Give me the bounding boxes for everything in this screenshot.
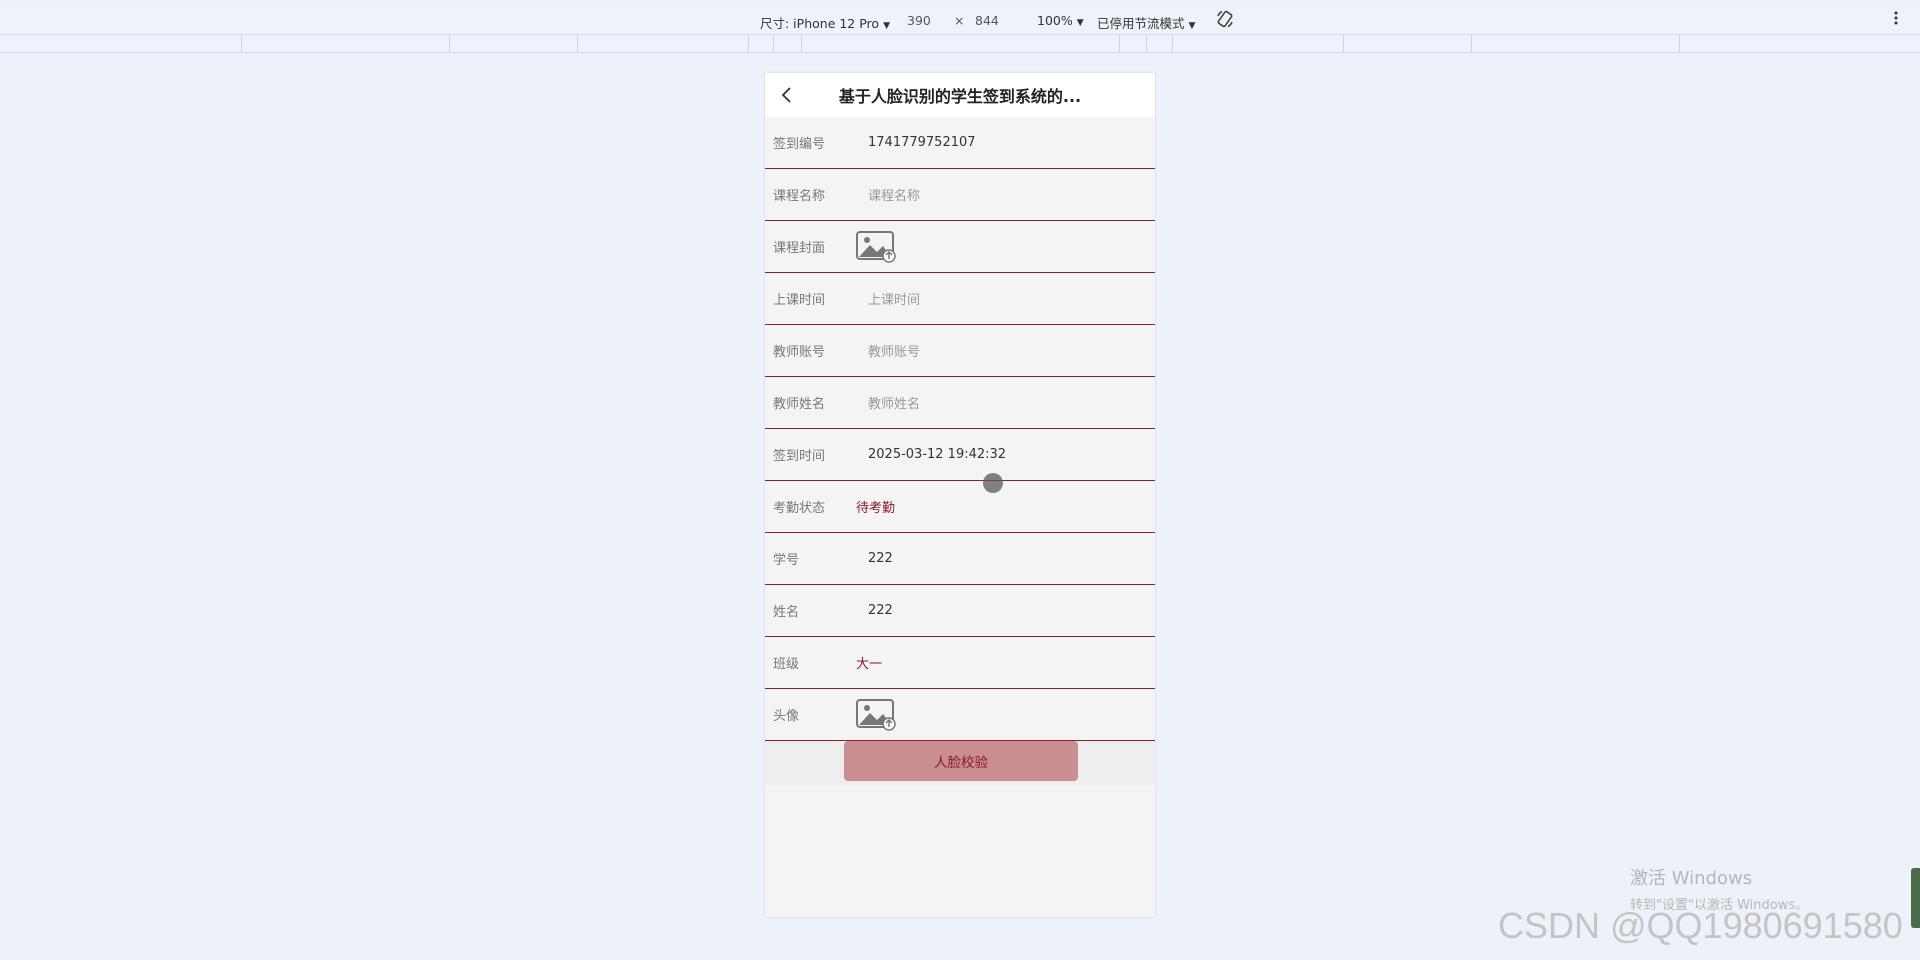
ruler-tick — [1172, 35, 1173, 52]
field-label: 课程名称 — [773, 189, 826, 204]
field-label: 签到时间 — [773, 449, 826, 464]
field-label: 上课时间 — [773, 293, 826, 308]
class-time-input[interactable]: 上课时间 — [868, 289, 920, 308]
form-row-class: 班级 大一 — [765, 637, 1155, 689]
devtools-device-toolbar: 尺寸: iPhone 12 Pro ▼ 390 × 844 100% ▼ 已停用节流… — [0, 6, 1920, 35]
ruler-tick — [449, 35, 450, 52]
field-label: 签到编号 — [773, 137, 826, 152]
chevron-down-icon: ▼ — [883, 21, 890, 31]
media-query-ruler — [0, 35, 1920, 53]
teacher-account-input[interactable]: 教师账号 — [868, 341, 920, 360]
sign-time-field[interactable]: 2025-03-12 19:42:32 — [868, 447, 1006, 462]
ruler-tick — [1119, 35, 1120, 52]
field-label: 教师姓名 — [773, 397, 826, 412]
field-label: 考勤状态 — [773, 501, 826, 516]
field-label: 课程封面 — [773, 241, 826, 256]
attendance-status-value: 待考勤 — [856, 501, 896, 516]
ruler-tick — [1343, 35, 1344, 52]
sign-id-field[interactable]: 1741779752107 — [868, 135, 976, 150]
csdn-watermark: CSDN @QQ1980691580 — [1498, 905, 1903, 946]
ruler-tick — [801, 35, 802, 52]
device-select[interactable]: 尺寸: iPhone 12 Pro ▼ — [760, 13, 890, 32]
button-area: 人脸校验 — [765, 741, 1155, 785]
name-field[interactable]: 222 — [868, 603, 893, 618]
times-separator: × — [954, 13, 965, 28]
page-title: 基于人脸识别的学生签到系统的... — [838, 87, 1082, 106]
ruler-tick — [241, 35, 242, 52]
field-label: 姓名 — [773, 605, 800, 620]
ruler-tick — [577, 35, 578, 52]
form-row-sign-time: 签到时间 2025-03-12 19:42:32 — [765, 429, 1155, 481]
throttle-label: 已停用节流模式 — [1097, 16, 1185, 31]
ruler-tick — [773, 35, 774, 52]
face-verify-button[interactable]: 人脸校验 — [844, 741, 1078, 781]
form-row-name: 姓名 222 — [765, 585, 1155, 637]
teacher-name-input[interactable]: 教师姓名 — [868, 393, 920, 412]
chevron-down-icon: ▼ — [1188, 21, 1196, 31]
form-row-student-no: 学号 222 — [765, 533, 1155, 585]
viewport-height-input[interactable]: 844 — [975, 13, 999, 28]
field-label: 头像 — [773, 709, 800, 724]
phone-viewport: 基于人脸识别的学生签到系统的... 签到编号 1741779752107 课程名… — [765, 73, 1155, 917]
field-label: 班级 — [773, 657, 800, 672]
more-vertical-icon[interactable] — [1893, 10, 1899, 29]
form-row-class-time: 上课时间 上课时间 — [765, 273, 1155, 325]
field-label: 学号 — [773, 553, 800, 568]
class-value: 大一 — [856, 657, 883, 672]
rotate-icon[interactable] — [1215, 9, 1235, 32]
form-row-sign-id: 签到编号 1741779752107 — [765, 117, 1155, 169]
chevron-down-icon: ▼ — [1076, 18, 1084, 28]
page-header: 基于人脸识别的学生签到系统的... — [765, 73, 1155, 117]
viewport-width-input[interactable]: 390 — [907, 13, 931, 28]
activate-title: 激活 Windows — [1630, 868, 1753, 889]
zoom-label: 100% — [1037, 13, 1073, 28]
image-placeholder-icon[interactable] — [856, 231, 896, 263]
form-row-teacher-account: 教师账号 教师账号 — [765, 325, 1155, 377]
form-row-attendance-status: 考勤状态 待考勤 — [765, 481, 1155, 533]
ruler-tick — [1146, 35, 1147, 52]
student-no-field[interactable]: 222 — [868, 551, 893, 566]
device-size-label: 尺寸: iPhone 12 Pro — [760, 16, 880, 31]
field-label: 教师账号 — [773, 345, 826, 360]
form-row-teacher-name: 教师姓名 教师姓名 — [765, 377, 1155, 429]
ruler-tick — [748, 35, 749, 52]
form-row-course-name: 课程名称 课程名称 — [765, 169, 1155, 221]
throttle-select[interactable]: 已停用节流模式 ▼ — [1097, 13, 1195, 32]
taskbar-edge-widget — [1911, 868, 1920, 928]
ruler-tick — [1679, 35, 1680, 52]
back-arrow-icon[interactable] — [777, 85, 797, 105]
form-row-avatar: 头像 — [765, 689, 1155, 741]
zoom-select[interactable]: 100% ▼ — [1037, 13, 1084, 28]
mouse-cursor — [983, 473, 1003, 493]
form-row-course-cover: 课程封面 — [765, 221, 1155, 273]
image-placeholder-icon[interactable] — [856, 699, 896, 731]
ruler-tick — [1471, 35, 1472, 52]
course-name-input[interactable]: 课程名称 — [868, 185, 920, 204]
